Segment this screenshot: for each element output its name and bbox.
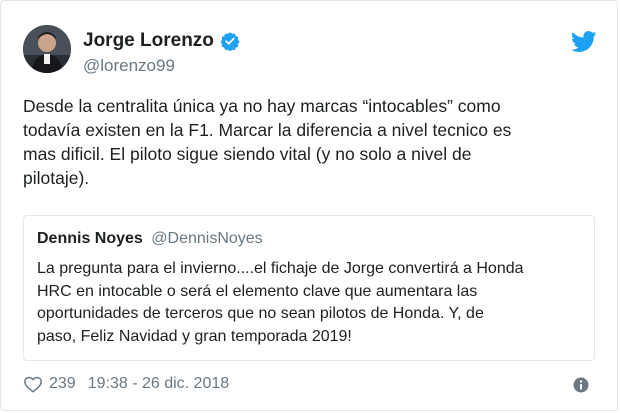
avatar[interactable] xyxy=(23,25,71,73)
quoted-tweet-header: Dennis Noyes @DennisNoyes xyxy=(37,230,263,248)
embedded-tweet-card: Jorge Lorenzo @lorenzo99 Desde la centra… xyxy=(0,0,618,411)
tweet-timestamp[interactable]: 19:38 - 26 dic. 2018 xyxy=(88,375,229,393)
quoted-tweet-text: La pregunta para el invierno....el ficha… xyxy=(37,260,524,345)
quoted-author-name[interactable]: Dennis Noyes xyxy=(37,230,143,247)
avatar-image xyxy=(23,25,71,73)
quoted-author-handle[interactable]: @DennisNoyes xyxy=(151,230,262,247)
tweet-text: Desde la centralita única ya no hay marc… xyxy=(23,96,512,188)
author-name[interactable]: Jorge Lorenzo xyxy=(83,30,214,52)
quoted-tweet[interactable]: Dennis Noyes @DennisNoyes La pregunta pa… xyxy=(23,215,595,361)
like-count[interactable]: 239 xyxy=(49,375,76,393)
heart-icon[interactable] xyxy=(23,375,43,393)
verified-badge-icon xyxy=(220,32,240,51)
info-icon[interactable] xyxy=(573,377,589,393)
twitter-bird-icon[interactable] xyxy=(571,31,597,53)
tweet-author[interactable]: Jorge Lorenzo @lorenzo99 xyxy=(83,29,240,76)
author-handle[interactable]: @lorenzo99 xyxy=(83,56,240,76)
tweet-footer: 239 19:38 - 26 dic. 2018 xyxy=(23,375,229,393)
